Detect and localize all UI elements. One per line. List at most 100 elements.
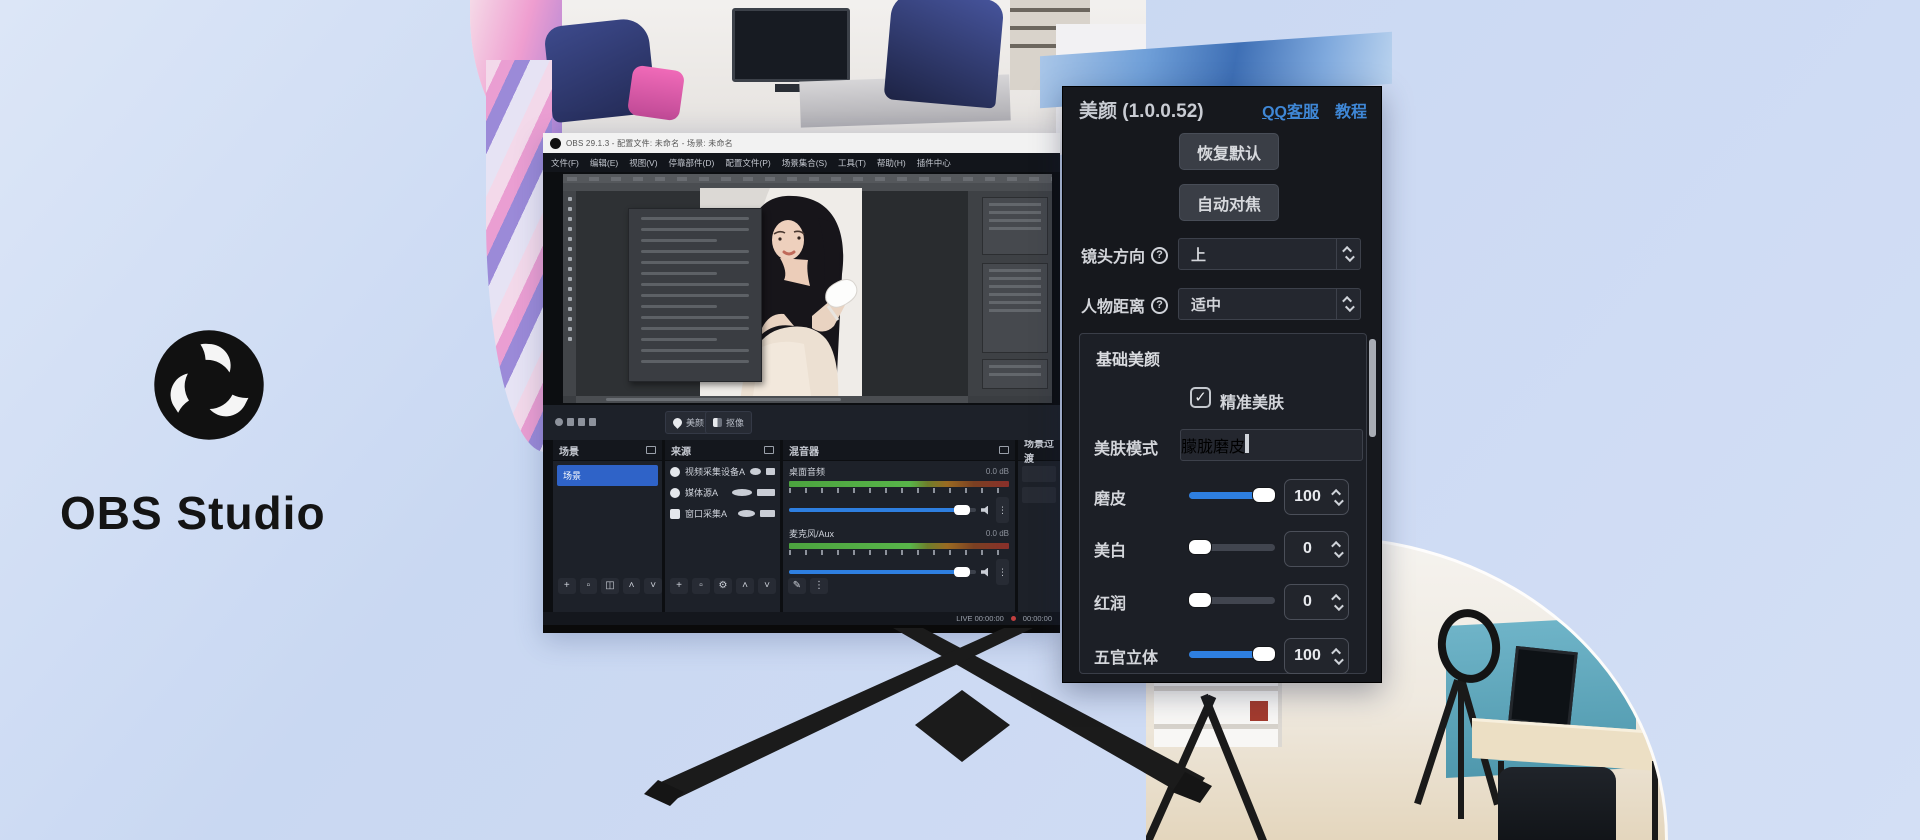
scenes-toolbar: + ▫ ◫ ˄ ˅ — [553, 578, 662, 598]
panel-scrollbar[interactable] — [1369, 339, 1376, 437]
obs-docks: 场景 场景 + ▫ ◫ ˄ ˅ 来源 视频采集设备A — [543, 440, 1060, 612]
dock-tab-row: 美颜 抠像 — [543, 405, 1060, 440]
filter-scene-button[interactable]: ◫ — [601, 578, 619, 594]
menu-help[interactable]: 帮助(H) — [877, 157, 906, 169]
magenta-accent — [627, 65, 685, 122]
monitor: OBS 29.1.3 - 配置文件: 未命名 - 场景: 未命名 文件(F) 编… — [543, 133, 1060, 633]
menu-file[interactable]: 文件(F) — [551, 157, 579, 169]
spinner-chevrons-icon[interactable] — [1245, 436, 1249, 454]
sources-dock: 来源 视频采集设备A 媒体源A 窗口采集A + — [665, 440, 780, 612]
remove-source-button[interactable]: ▫ — [692, 578, 710, 594]
mixer-channel: 桌面音频 0.0 dB ⋮ — [783, 461, 1015, 523]
source-item[interactable]: 视频采集设备A — [665, 461, 780, 482]
remove-scene-button[interactable]: ▫ — [580, 578, 598, 594]
spinner-chevrons-icon[interactable] — [1336, 239, 1360, 269]
pin-icon — [671, 416, 684, 429]
dock-config-icon[interactable] — [999, 446, 1009, 454]
scene-down-button[interactable]: ˅ — [644, 578, 662, 594]
help-icon[interactable]: ? — [1151, 247, 1168, 264]
ps-floating-dialog — [628, 208, 762, 382]
camera-direction-label: 镜头方向 ? — [1081, 243, 1168, 267]
speaker-icon[interactable] — [981, 568, 991, 577]
camera-direction-select[interactable]: 上 — [1178, 238, 1361, 270]
dock-config-icon[interactable] — [646, 446, 656, 454]
db-value: 0.0 dB — [986, 467, 1009, 476]
ps-canvas-right — [862, 191, 968, 396]
visibility-eye-icon[interactable] — [750, 468, 761, 475]
scene-item-selected[interactable]: 场景 — [557, 465, 658, 486]
meter-ticks — [789, 488, 1009, 493]
transitions-dock: 场景过渡 — [1018, 440, 1060, 612]
dock-config-icon[interactable] — [764, 446, 774, 454]
source-down-button[interactable]: ˅ — [758, 578, 776, 594]
qq-support-link[interactable]: QQ客服 — [1262, 98, 1319, 122]
lock-icon[interactable] — [757, 489, 775, 496]
slider-row-smoothing: 磨皮 100 — [1080, 475, 1366, 515]
ps-h-scrollbar[interactable] — [576, 396, 968, 403]
visibility-eye-icon[interactable] — [732, 489, 752, 496]
source-item[interactable]: 窗口采集A — [665, 503, 780, 524]
slider-row-rosy: 红润 0 — [1080, 580, 1366, 620]
volume-slider[interactable] — [789, 570, 976, 574]
menu-view[interactable]: 视图(V) — [629, 157, 657, 169]
menu-edit[interactable]: 编辑(E) — [590, 157, 618, 169]
dock-indicator-icons — [555, 418, 596, 426]
basic-beauty-section: 基础美颜 ✓ 精准美肤 美肤模式 朦胧磨皮 磨皮 100 美白 0 — [1079, 333, 1367, 674]
slider-row-whitening: 美白 0 — [1080, 527, 1366, 567]
menu-tools[interactable]: 工具(T) — [838, 157, 866, 169]
db-value: 0.0 dB — [986, 529, 1009, 538]
smoothing-value-stepper[interactable]: 100 — [1284, 479, 1349, 515]
wall-tv — [732, 8, 850, 82]
captured-photoshop-window — [563, 174, 1052, 403]
desk-leg — [1652, 761, 1658, 840]
rosy-value-stepper[interactable]: 0 — [1284, 584, 1349, 620]
face-3d-value-stepper[interactable]: 100 — [1284, 638, 1349, 674]
gaming-chair-right — [884, 0, 1005, 109]
tab-keying[interactable]: 抠像 — [705, 411, 752, 434]
slider-row-face-3d: 五官立体 100 — [1080, 634, 1366, 674]
rosy-slider[interactable] — [1189, 597, 1275, 604]
add-source-button[interactable]: + — [670, 578, 688, 594]
person-distance-label: 人物距离 ? — [1081, 293, 1168, 317]
menu-docks[interactable]: 停靠部件(D) — [669, 157, 715, 169]
precise-skin-checkbox[interactable]: ✓ — [1190, 387, 1211, 408]
volume-slider[interactable] — [789, 508, 976, 512]
studio-chair — [1498, 767, 1616, 840]
autofocus-button[interactable]: 自动对焦 — [1179, 184, 1279, 221]
window-capture-icon — [670, 509, 680, 519]
help-icon[interactable]: ? — [1151, 297, 1168, 314]
whitening-slider[interactable] — [1189, 544, 1275, 551]
mixer-menu-button[interactable]: ⋮ — [810, 578, 828, 594]
tutorial-link[interactable]: 教程 — [1335, 98, 1367, 122]
source-properties-button[interactable]: ⚙ — [714, 578, 732, 594]
speaker-icon[interactable] — [981, 506, 991, 515]
lock-icon[interactable] — [760, 510, 775, 517]
transition-duration[interactable] — [1022, 487, 1056, 503]
transition-select[interactable] — [1022, 466, 1056, 482]
skin-mode-label: 美肤模式 — [1094, 435, 1158, 459]
scene-up-button[interactable]: ˄ — [623, 578, 641, 594]
menu-scene-collection[interactable]: 场景集合(S) — [782, 157, 827, 169]
source-up-button[interactable]: ˄ — [736, 578, 754, 594]
menu-plugin-center[interactable]: 插件中心 — [917, 157, 951, 169]
visibility-eye-icon[interactable] — [738, 510, 755, 517]
smoothing-slider[interactable] — [1189, 492, 1275, 499]
restore-default-button[interactable]: 恢复默认 — [1179, 133, 1279, 170]
media-source-icon — [670, 488, 680, 498]
scenes-dock: 场景 场景 + ▫ ◫ ˄ ˅ — [553, 440, 662, 612]
source-item[interactable]: 媒体源A — [665, 482, 780, 503]
menu-profile[interactable]: 配置文件(P) — [725, 157, 770, 169]
tripod-leg — [1458, 679, 1464, 819]
face-3d-slider[interactable] — [1189, 651, 1275, 658]
person-distance-select[interactable]: 适中 — [1178, 288, 1361, 320]
add-scene-button[interactable]: + — [558, 578, 576, 594]
channel-menu-button[interactable]: ⋮ — [996, 497, 1009, 523]
skin-mode-select[interactable]: 朦胧磨皮 — [1180, 429, 1363, 461]
obs-titlebar[interactable]: OBS 29.1.3 - 配置文件: 未命名 - 场景: 未命名 — [543, 133, 1060, 153]
spinner-chevrons-icon[interactable] — [1336, 289, 1360, 319]
mixer-config-button[interactable]: ✎ — [788, 578, 806, 594]
obs-preview — [543, 172, 1060, 405]
whitening-value-stepper[interactable]: 0 — [1284, 531, 1349, 567]
lock-icon[interactable] — [766, 468, 775, 475]
camera-source-icon — [670, 467, 680, 477]
